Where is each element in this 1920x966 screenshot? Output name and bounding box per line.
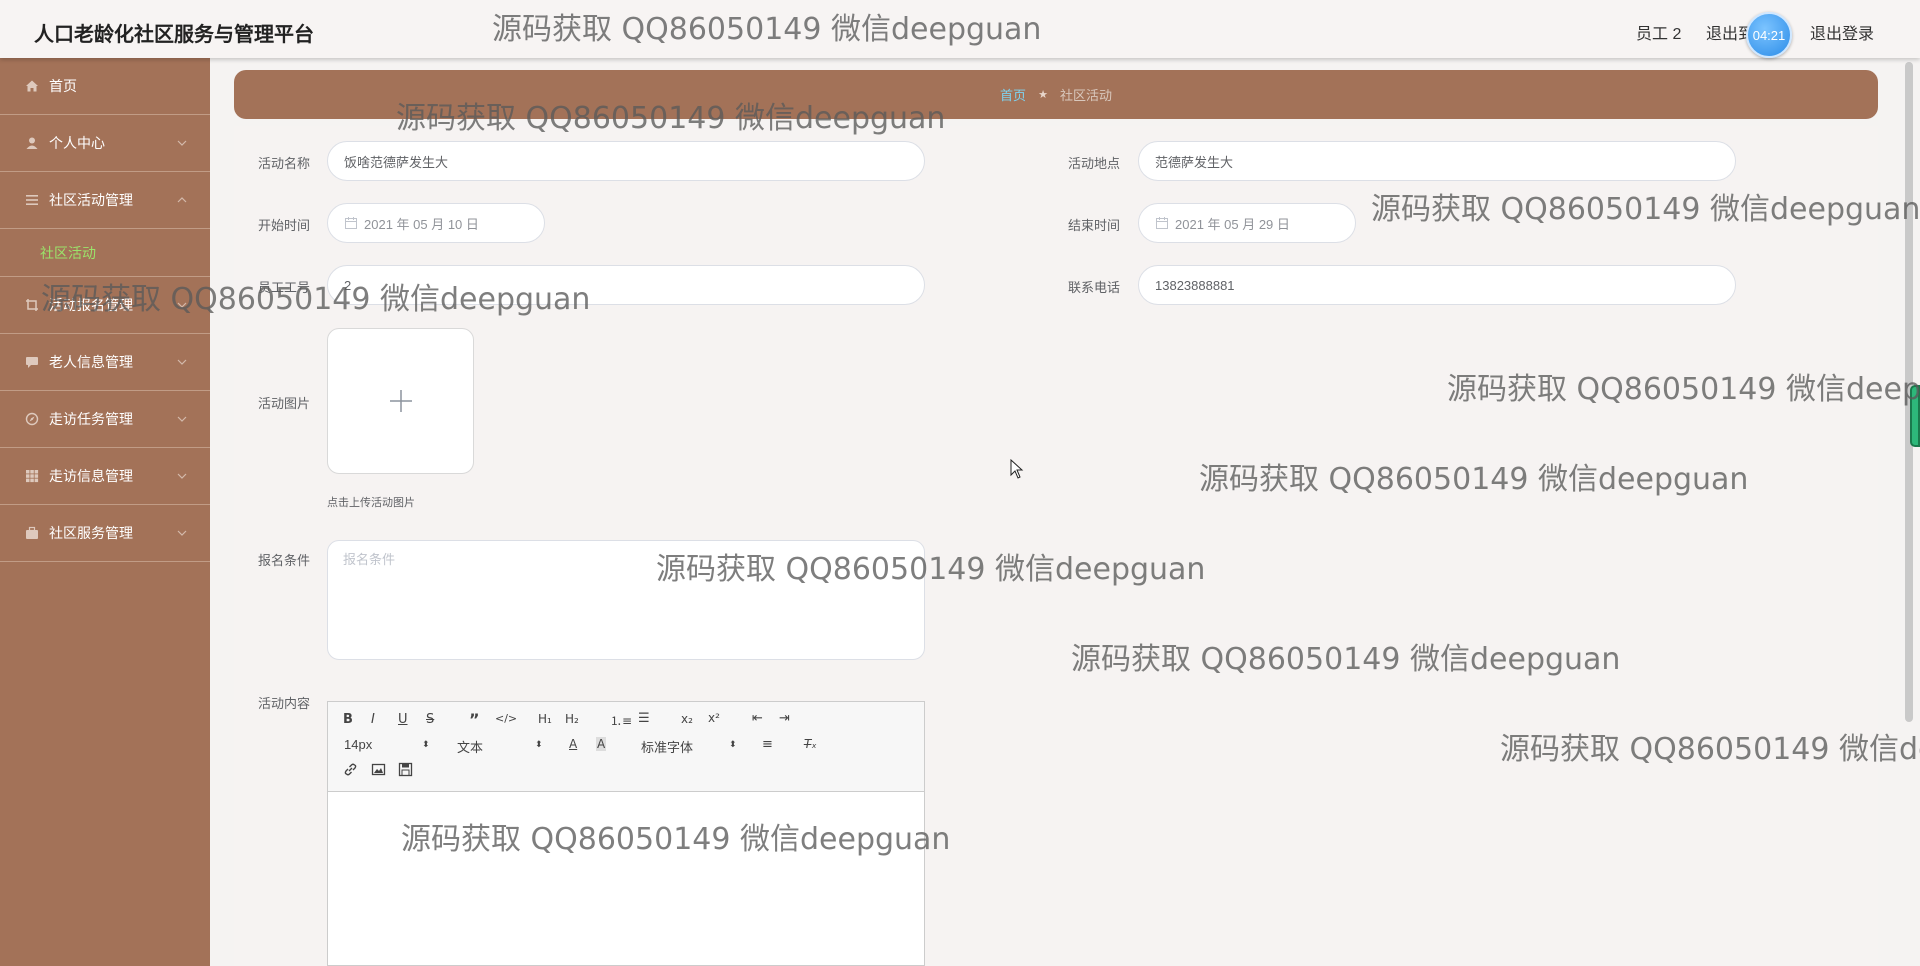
end-time-label: 结束时间 [1068,218,1121,233]
chevron-down-icon [177,416,187,422]
sidebar-item-label: 走访任务管理 [49,411,133,427]
employee-id-label: 员工工号 [258,280,311,295]
heading-1-icon[interactable]: H₁ [538,712,552,726]
activity-name-label: 活动名称 [258,156,311,171]
top-header: 人口老龄化社区服务与管理平台 员工 2 退出到前台 04:21 退出登录 [0,0,1920,58]
ordered-list-icon[interactable]: ⒈≡ [610,712,632,729]
suitcase-icon [24,525,40,541]
chevron-up-icon [177,197,187,203]
select-arrow-icon: ⬍ [729,739,737,749]
align-left-icon[interactable]: ≡ [762,737,773,752]
message-icon [24,354,40,370]
chevron-down-icon [177,530,187,536]
sidebar-item-visit-task-mgmt[interactable]: 走访任务管理 [0,391,210,448]
user-icon [24,135,40,151]
sidebar-item-personal-center[interactable]: 个人中心 [0,115,210,172]
start-time-datepicker[interactable]: 2021 年 05 月 10 日 [327,203,545,243]
clear-format-icon[interactable]: T̶ₓ [804,737,817,751]
activity-name-input[interactable]: 饭啥范德萨发生大 [327,141,925,181]
chevron-down-icon [177,140,187,146]
grid-icon [24,468,40,484]
outdent-icon[interactable]: ⇤ [752,711,763,726]
sidebar-item-registration-mgmt[interactable]: 活动报名管理 [0,277,210,334]
list-icon [24,192,40,208]
current-user-label: 员工 2 [1636,26,1682,43]
font-size-value: 14px [344,737,373,752]
chevron-down-icon [177,302,187,308]
app-title: 人口老龄化社区服务与管理平台 [34,24,314,46]
upload-tip: 点击上传活动图片 [327,497,415,509]
bold-icon[interactable]: B [343,712,353,727]
mouse-cursor-icon [1010,459,1024,479]
chevron-down-icon [177,473,187,479]
activity-content-label: 活动内容 [258,696,311,711]
sidebar: 首页 个人中心 社区活动管理 社区活动 活动报名管理 老人信息管理 走访任务管理… [0,58,210,966]
italic-icon[interactable]: I [371,712,375,727]
activity-location-input[interactable]: 范德萨发生大 [1138,141,1736,181]
underline-icon[interactable]: U [398,712,408,727]
employee-id-input[interactable]: 2 [327,265,925,305]
font-family-value: 标准字体 [641,740,694,755]
sidebar-item-home[interactable]: 首页 [0,58,210,115]
crop-icon [24,297,40,313]
image-upload-button[interactable] [327,328,474,474]
breadcrumb-separator-icon: ★ [1038,89,1048,101]
signup-condition-label: 报名条件 [258,553,311,568]
sidebar-item-label: 活动报名管理 [49,297,133,313]
background-color-icon[interactable]: A [596,737,607,751]
sidebar-item-community-activity-mgmt[interactable]: 社区活动管理 [0,172,210,229]
sidebar-item-visit-info-mgmt[interactable]: 走访信息管理 [0,448,210,505]
sidebar-item-label: 老人信息管理 [49,354,133,370]
end-time-value: 2021 年 05 月 29 日 [1175,216,1290,232]
sidebar-item-label: 走访信息管理 [49,468,133,484]
sidebar-item-label: 个人中心 [49,135,105,151]
start-time-value: 2021 年 05 月 10 日 [364,216,479,232]
activity-location-label: 活动地点 [1068,156,1121,171]
breadcrumb-home-link[interactable]: 首页 [1000,85,1026,104]
signup-condition-textarea[interactable]: 报名条件 [327,540,925,660]
blockquote-icon[interactable]: ” [469,710,480,729]
end-time-datepicker[interactable]: 2021 年 05 月 29 日 [1138,203,1356,243]
header-select[interactable]: 文本 ⬍ [457,737,543,755]
phone-label: 联系电话 [1068,280,1121,295]
strikethrough-icon[interactable]: S [426,712,434,727]
select-arrow-icon: ⬍ [422,739,430,749]
sidebar-item-label: 社区活动管理 [49,192,133,208]
editor-toolbar: B I U S ” </> H₁ H₂ ⒈≡ ☰ x₂ x² ⇤ ⇥ 14px ⬍… [328,702,924,792]
image-icon[interactable] [371,762,386,781]
sidebar-subitem-community-activity[interactable]: 社区活动 [0,229,210,277]
start-time-label: 开始时间 [258,218,311,233]
compass-icon [24,411,40,427]
chevron-down-icon [177,359,187,365]
video-icon[interactable] [398,762,413,781]
font-color-icon[interactable]: A [569,737,577,751]
subscript-icon[interactable]: x₂ [681,712,693,726]
link-icon[interactable] [343,762,358,781]
plus-icon [389,390,412,412]
logout-link[interactable]: 退出登录 [1810,20,1874,44]
breadcrumb: 首页 ★ 社区活动 [234,70,1878,119]
indent-icon[interactable]: ⇥ [779,711,790,726]
breadcrumb-current: 社区活动 [1059,88,1112,103]
sidebar-item-elderly-info-mgmt[interactable]: 老人信息管理 [0,334,210,391]
countdown-timer-badge: 04:21 [1746,12,1792,58]
font-size-select[interactable]: 14px ⬍ [344,737,430,755]
heading-2-icon[interactable]: H₂ [565,712,579,726]
calendar-icon [1155,216,1169,230]
side-drawer-handle[interactable] [1910,385,1920,447]
sidebar-item-label: 首页 [49,78,77,94]
sidebar-item-community-service-mgmt[interactable]: 社区服务管理 [0,505,210,562]
select-arrow-icon: ⬍ [535,739,543,749]
calendar-icon [344,216,358,230]
sidebar-item-label: 社区服务管理 [49,525,133,541]
rich-text-editor: B I U S ” </> H₁ H₂ ⒈≡ ☰ x₂ x² ⇤ ⇥ 14px ⬍… [327,701,925,966]
code-icon[interactable]: </> [495,712,517,725]
activity-image-label: 活动图片 [258,396,311,411]
home-icon [24,78,40,94]
header-select-value: 文本 [457,740,484,755]
font-family-select[interactable]: 标准字体 ⬍ [641,737,737,755]
phone-input[interactable]: 13823888881 [1138,265,1736,305]
superscript-icon[interactable]: x² [708,711,720,725]
bullet-list-icon[interactable]: ☰ [638,711,650,726]
